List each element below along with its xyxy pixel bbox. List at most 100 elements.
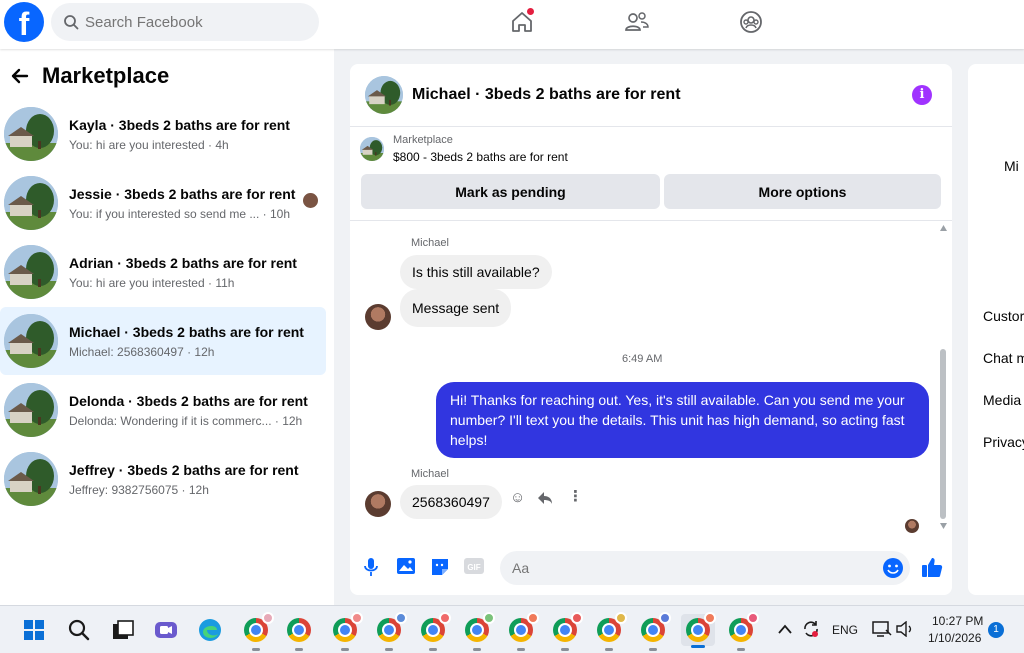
home-nav-button[interactable] (508, 8, 536, 36)
listing-source: Marketplace (393, 134, 453, 146)
chrome-taskbar-button[interactable] (639, 612, 671, 651)
search-box[interactable] (51, 3, 319, 41)
gif-icon[interactable]: GIF (463, 557, 485, 575)
chrome-taskbar-button-active[interactable] (681, 612, 716, 648)
friends-icon (625, 12, 649, 31)
chrome-taskbar-button[interactable] (463, 612, 495, 651)
listing-thumbnail (4, 452, 58, 506)
notification-badge[interactable]: 1 (988, 622, 1004, 638)
volume-icon[interactable] (896, 621, 914, 637)
top-bar: f (0, 0, 1024, 49)
facebook-logo[interactable]: f (4, 2, 44, 42)
chrome-icon (509, 612, 539, 642)
search-input[interactable] (85, 13, 285, 31)
conversation-list-panel: Marketplace Kayla · 3beds 2 baths are fo… (0, 49, 334, 605)
listing-summary[interactable]: Marketplace $800 - 3beds 2 baths are for… (360, 134, 568, 164)
video-chat-icon (155, 622, 177, 638)
groups-nav-button[interactable] (737, 8, 765, 36)
sync-icon[interactable] (802, 620, 820, 638)
reply-icon[interactable] (537, 491, 553, 505)
avatar[interactable] (365, 304, 391, 330)
chrome-taskbar-button[interactable] (507, 612, 539, 651)
conversation-item[interactable]: Kayla · 3beds 2 baths are for rent You: h… (0, 100, 326, 168)
received-message[interactable]: Message sent (400, 289, 512, 327)
search-icon (64, 15, 79, 30)
avatar[interactable] (365, 491, 391, 517)
conversation-item[interactable]: Michael · 3beds 2 baths are for rent Mich… (0, 307, 326, 375)
chrome-icon (641, 612, 671, 642)
conversation-title: Michael · 3beds 2 baths are for rent (69, 323, 304, 340)
marketplace-header: Marketplace (10, 63, 169, 89)
task-view-icon (113, 620, 134, 639)
conversation-item[interactable]: Jeffrey · 3beds 2 baths are for rent Jeff… (0, 445, 326, 513)
friends-nav-button[interactable] (623, 8, 651, 36)
scroll-up-icon[interactable] (940, 225, 947, 231)
chrome-taskbar-button[interactable] (285, 616, 313, 651)
start-button[interactable] (20, 616, 48, 644)
info-icon[interactable]: i (912, 85, 932, 105)
chrome-taskbar-button[interactable] (551, 612, 583, 651)
chat-title[interactable]: Michael · 3beds 2 baths are for rent (412, 86, 681, 104)
chrome-icon (597, 612, 627, 642)
windows-icon (24, 620, 44, 640)
conversation-preview: Jeffrey: 9382756075 · 12h (69, 482, 209, 497)
search-icon (68, 619, 90, 641)
chrome-icon (244, 612, 274, 642)
chevron-up-icon[interactable] (778, 624, 792, 634)
right-menu-item[interactable]: Media (983, 392, 1021, 408)
chrome-taskbar-button[interactable] (331, 612, 363, 651)
chrome-taskbar-button[interactable] (727, 612, 759, 651)
contact-name-partial: Mi (1004, 158, 1019, 174)
edge-browser-button[interactable] (196, 616, 224, 644)
photo-icon[interactable] (396, 557, 416, 575)
meet-app-button[interactable] (152, 616, 180, 644)
message-input[interactable] (500, 551, 910, 585)
scrollbar[interactable] (940, 225, 947, 529)
right-menu-item[interactable]: Custor (983, 308, 1024, 324)
clock-date[interactable]: 1/10/2026 (928, 631, 981, 645)
chrome-icon (287, 618, 311, 642)
conversation-item[interactable]: Adrian · 3beds 2 baths are for rent You: … (0, 238, 326, 306)
emoji-icon[interactable] (882, 557, 904, 579)
chrome-taskbar-button[interactable] (419, 612, 451, 651)
app: f Marketplace Kayla · 3beds 2 baths are … (0, 0, 1024, 653)
chrome-taskbar-button[interactable] (242, 612, 274, 651)
listing-thumbnail[interactable] (365, 76, 403, 114)
microphone-icon[interactable] (364, 557, 378, 577)
network-icon[interactable] (872, 620, 892, 638)
groups-icon (740, 11, 762, 33)
sender-name: Michael (411, 468, 449, 480)
chrome-icon (421, 612, 451, 642)
clock-time[interactable]: 10:27 PM (932, 614, 983, 628)
listing-small-thumbnail (360, 137, 384, 161)
seen-avatar (303, 193, 318, 208)
notification-dot (527, 8, 534, 15)
right-menu-item[interactable]: Chat m (983, 350, 1024, 366)
chrome-taskbar-button[interactable] (595, 612, 627, 651)
conversation-preview: You: if you interested so send me ... · … (69, 206, 291, 221)
received-message[interactable]: 2568360497 (400, 485, 502, 519)
language-indicator[interactable]: ENG (832, 623, 858, 637)
received-message[interactable]: Is this still available? (400, 255, 552, 289)
chrome-icon (729, 612, 759, 642)
search-taskbar-button[interactable] (65, 616, 93, 644)
thumbs-up-icon[interactable] (921, 556, 943, 578)
back-arrow-icon[interactable] (10, 66, 30, 86)
chrome-taskbar-button[interactable] (375, 612, 407, 651)
conversation-title: Jessie · 3beds 2 baths are for rent (69, 185, 296, 202)
right-menu-item[interactable]: Privacy (983, 434, 1024, 450)
conversation-preview: Delonda: Wondering if it is commerc... ·… (69, 413, 303, 428)
conversation-item[interactable]: Jessie · 3beds 2 baths are for rent You: … (0, 169, 326, 237)
scroll-down-icon[interactable] (940, 523, 947, 529)
mark-as-pending-button[interactable]: Mark as pending (361, 174, 660, 209)
sticker-icon[interactable] (430, 557, 450, 577)
chat-header: Michael · 3beds 2 baths are for rent i (350, 64, 952, 127)
sent-message[interactable]: Hi! Thanks for reaching out. Yes, it's s… (436, 382, 929, 458)
react-emoji-icon[interactable]: ☺ (510, 489, 525, 506)
message-area[interactable]: Michael Is this still available? Message… (350, 220, 952, 540)
conversation-item[interactable]: Delonda · 3beds 2 baths are for rent Delo… (0, 376, 326, 444)
task-view-button[interactable] (109, 616, 137, 644)
scroll-thumb[interactable] (940, 349, 946, 519)
more-actions-icon[interactable]: ⋮ (568, 487, 583, 505)
more-options-button[interactable]: More options (664, 174, 941, 209)
